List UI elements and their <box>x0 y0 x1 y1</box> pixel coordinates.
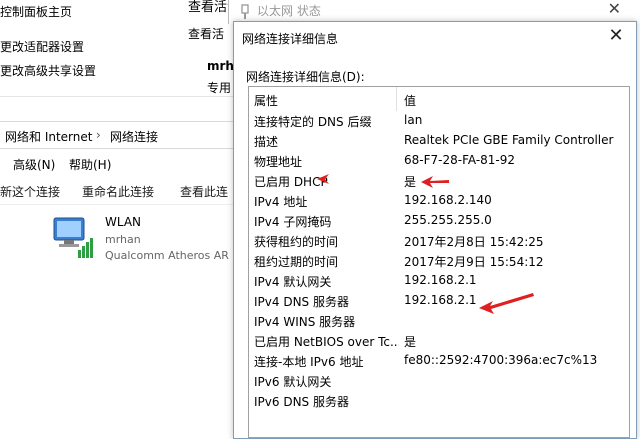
property-value: 是 <box>404 335 417 349</box>
property-value: 192.168.2.140 <box>404 193 492 207</box>
property-value: lan <box>404 113 423 127</box>
property-value: 192.168.2.1 <box>404 293 477 307</box>
change-adapter-settings-link[interactable]: 更改适配器设置 <box>0 38 84 55</box>
table-row[interactable]: IPv4 WINS 服务器 <box>249 311 629 331</box>
table-row[interactable]: 租约过期的时间 2017年2月9日 15:54:12 <box>249 251 629 271</box>
network-name-text: mrh <box>207 59 234 73</box>
menu-help[interactable]: 帮助(H) <box>69 156 111 173</box>
details-list-label: 网络连接详细信息(D): <box>246 70 365 84</box>
property-value: fe80::2592:4700:396a:ec7c%13 <box>404 353 598 367</box>
table-row[interactable]: 描述 Realtek PCIe GBE Family Controller <box>249 131 629 151</box>
table-row[interactable]: IPv6 默认网关 <box>249 371 629 391</box>
table-row[interactable]: 物理地址 68-F7-28-FA-81-92 <box>249 151 629 171</box>
property-value: 是 <box>404 175 417 189</box>
command-bar: 新这个连接 重命名此连接 查看此连 <box>0 176 235 205</box>
list-header: 属性 值 <box>249 87 629 111</box>
property-name: IPv4 DNS 服务器 <box>254 295 349 309</box>
change-advanced-sharing-link[interactable]: 更改高级共享设置 <box>0 62 96 79</box>
table-row[interactable]: IPv4 默认网关 192.168.2.1 <box>249 271 629 291</box>
command-rename-connection[interactable]: 重命名此连接 <box>82 183 154 200</box>
property-name: 获得租约的时间 <box>254 235 339 249</box>
property-column-header[interactable]: 属性 <box>254 92 278 109</box>
breadcrumb-separator: › <box>96 128 101 142</box>
network-connection-details-dialog: 网络连接详细信息 ✕ 网络连接详细信息(D): 属性 值 连接特定的 DNS 后… <box>233 21 637 439</box>
table-row[interactable]: IPv4 子网掩码 255.255.255.0 <box>249 211 629 231</box>
view-active-text: 查看活 <box>188 27 225 41</box>
command-view-status[interactable]: 查看此连 <box>180 183 228 200</box>
property-name: 租约过期的时间 <box>254 255 339 269</box>
table-row[interactable]: IPv4 地址 192.168.2.140 <box>249 191 629 211</box>
property-name: IPv6 DNS 服务器 <box>254 395 349 409</box>
table-row[interactable]: IPv4 DNS 服务器 192.168.2.1 <box>249 291 629 311</box>
property-value: 255.255.255.0 <box>404 213 492 227</box>
property-value: Realtek PCIe GBE Family Controller <box>404 133 614 147</box>
value-column-header[interactable]: 值 <box>404 92 416 109</box>
divider <box>0 96 235 121</box>
property-value: 2017年2月8日 15:42:25 <box>404 235 544 249</box>
property-name: 连接-本地 IPv6 地址 <box>254 355 364 369</box>
menu-advanced[interactable]: 高级(N) <box>13 156 55 173</box>
network-adapter-icon <box>53 217 93 258</box>
details-list[interactable]: 属性 值 连接特定的 DNS 后缀 lan 描述 Realtek PCIe GBE … <box>248 86 630 438</box>
table-row[interactable]: 连接-本地 IPv6 地址 fe80::2592:4700:396a:ec7c%1… <box>249 351 629 371</box>
property-name: 描述 <box>254 135 279 149</box>
property-name: 连接特定的 DNS 后缀 <box>254 115 372 129</box>
property-name: IPv4 地址 <box>254 195 308 209</box>
table-row[interactable]: 已启用 NetBIOS over Tc... 是 <box>249 331 629 351</box>
address-bar[interactable]: 网络和 Internet › 网络连接 <box>0 121 235 149</box>
network-type-text: 专用 <box>207 81 232 95</box>
property-name: IPv6 默认网关 <box>254 375 332 389</box>
property-value: 2017年2月9日 15:54:12 <box>404 255 544 269</box>
wlan-adapter-item[interactable]: WLAN mrhan Qualcomm Atheros AR <box>50 212 235 264</box>
breadcrumb-network-connections[interactable]: 网络连接 <box>110 128 158 145</box>
close-icon[interactable]: ✕ <box>608 0 621 18</box>
status-window-title: 以太网 状态 <box>257 4 321 18</box>
table-row[interactable]: 获得租约的时间 2017年2月8日 15:42:25 <box>249 231 629 251</box>
annotation-arrow-icon <box>317 174 329 184</box>
dialog-title: 网络连接详细信息 <box>242 32 339 46</box>
adapter-network-name: mrhan <box>105 233 141 246</box>
adapter-name: WLAN <box>105 215 142 229</box>
breadcrumb-network-internet[interactable]: 网络和 Internet <box>5 128 92 145</box>
menu-bar: 高级(N) 帮助(H) <box>0 152 235 174</box>
property-name: 物理地址 <box>254 155 303 169</box>
annotation-arrow-icon <box>479 293 534 314</box>
command-disable-connection[interactable]: 新这个连接 <box>0 183 60 200</box>
column-divider[interactable] <box>396 87 397 111</box>
close-icon[interactable]: ✕ <box>606 25 626 46</box>
property-value: 68-F7-28-FA-81-92 <box>404 153 516 167</box>
table-row[interactable]: IPv6 DNS 服务器 <box>249 391 629 411</box>
annotation-arrow-icon <box>421 176 449 188</box>
property-name: 已启用 NetBIOS over Tc... <box>254 335 399 349</box>
ethernet-icon <box>241 4 249 19</box>
dialog-title-bar[interactable]: 网络连接详细信息 ✕ <box>234 22 636 52</box>
property-name: IPv4 WINS 服务器 <box>254 315 356 329</box>
property-name: IPv4 默认网关 <box>254 275 332 289</box>
control-panel-home-link[interactable]: 控制面板主页 <box>0 3 72 20</box>
property-name: IPv4 子网掩码 <box>254 215 332 229</box>
property-value: 192.168.2.1 <box>404 273 477 287</box>
adapter-device: Qualcomm Atheros AR <box>105 249 229 262</box>
table-row[interactable]: 连接特定的 DNS 后缀 lan <box>249 111 629 131</box>
